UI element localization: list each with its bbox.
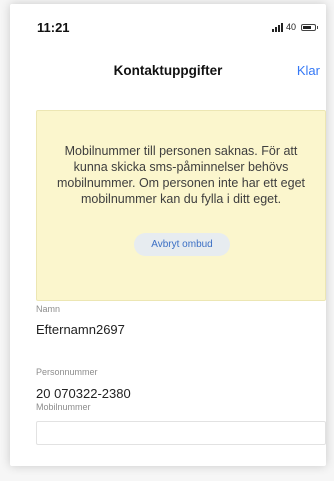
network-label: 40 <box>285 22 296 32</box>
name-value: Efternamn2697 <box>36 322 125 337</box>
mobile-number-label: Mobilnummer <box>36 402 91 412</box>
status-bar: 11:21 40 <box>10 4 326 48</box>
notice-message: Mobilnummer till personen saknas. För at… <box>56 144 306 206</box>
status-indicators: 40 <box>271 22 318 32</box>
personal-number-label: Personnummer <box>36 367 98 377</box>
cancel-proxy-button[interactable]: Avbryt ombud <box>134 233 230 256</box>
status-time: 11:21 <box>37 20 70 35</box>
missing-mobile-notice: Mobilnummer till personen saknas. För at… <box>36 110 326 301</box>
navigation-bar: Kontaktuppgifter Klar <box>10 48 326 86</box>
name-label: Namn <box>36 304 61 314</box>
personal-number-value: 20 070322-2380 <box>36 386 131 401</box>
done-button[interactable]: Klar <box>297 63 320 78</box>
signal-icon <box>271 22 283 32</box>
battery-icon <box>301 23 318 31</box>
page-title: Kontaktuppgifter <box>113 63 223 78</box>
screen: 11:21 40 Kontaktuppgifter Klar Mobilnumm… <box>10 4 326 466</box>
mobile-number-input[interactable] <box>36 421 326 445</box>
